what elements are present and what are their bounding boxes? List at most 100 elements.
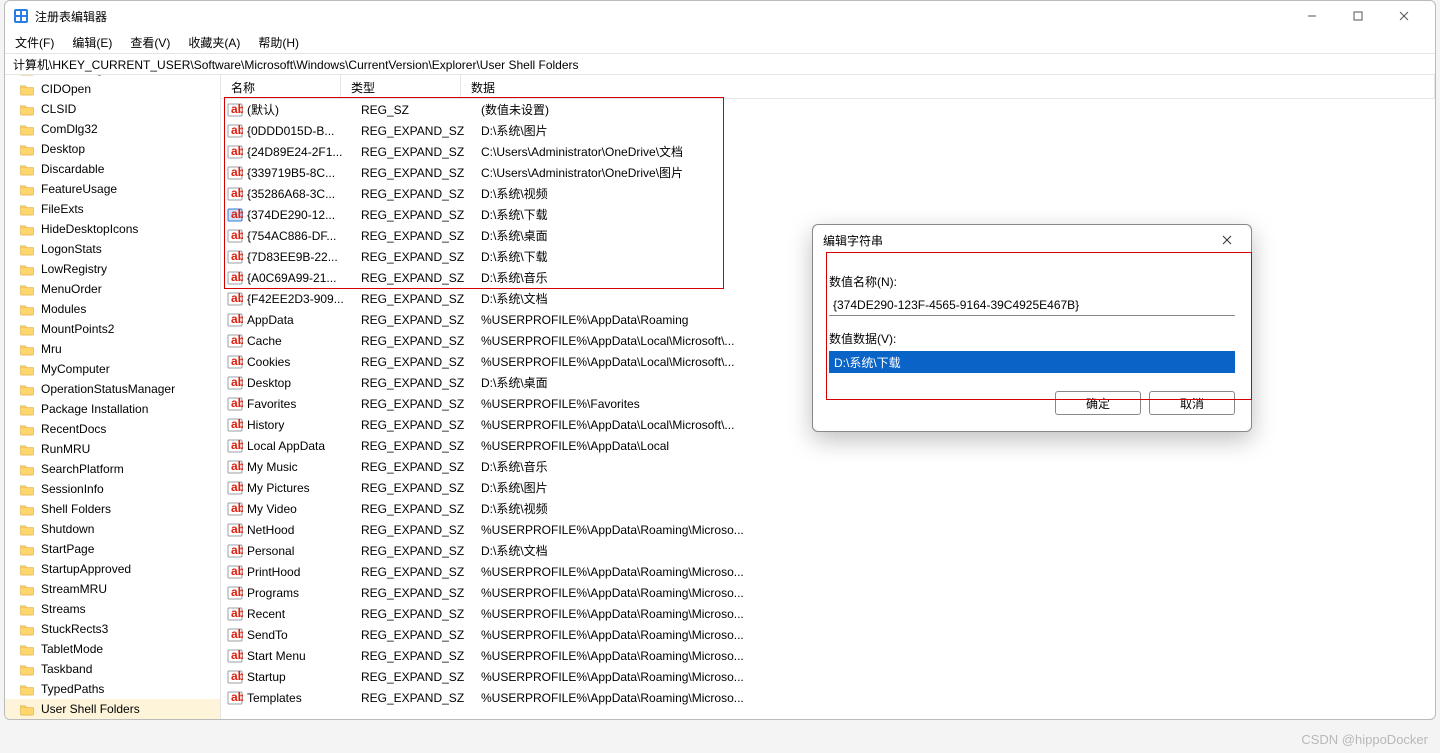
value-data: C:\Users\Administrator\OneDrive\图片 — [481, 164, 1435, 181]
dialog-close-button[interactable] — [1213, 226, 1241, 254]
tree-item-label: CIDOpen — [41, 82, 91, 96]
col-name[interactable]: 名称 — [221, 75, 341, 98]
tree-item[interactable]: Discardable — [5, 159, 220, 179]
tree-item[interactable]: ComDlg32 — [5, 119, 220, 139]
value-data: D:\系统\图片 — [481, 122, 1435, 139]
menu-help[interactable]: 帮助(H) — [258, 34, 299, 51]
value-data-input[interactable] — [829, 351, 1235, 373]
watermark: CSDN @hippoDocker — [1301, 732, 1428, 747]
value-row[interactable]: NetHoodREG_EXPAND_SZ%USERPROFILE%\AppDat… — [221, 519, 1435, 540]
menu-edit[interactable]: 编辑(E) — [72, 34, 112, 51]
value-type: REG_EXPAND_SZ — [361, 271, 481, 285]
value-type: REG_EXPAND_SZ — [361, 187, 481, 201]
folder-icon — [19, 75, 35, 76]
value-row[interactable]: {24D89E24-2F1...REG_EXPAND_SZC:\Users\Ad… — [221, 141, 1435, 162]
string-value-icon — [227, 186, 243, 202]
tree-item[interactable]: MountPoints2 — [5, 319, 220, 339]
value-row[interactable]: PersonalREG_EXPAND_SZD:\系统\文档 — [221, 540, 1435, 561]
tree-item[interactable]: User Shell Folders — [5, 699, 220, 719]
tree-item[interactable]: Streams — [5, 599, 220, 619]
value-row[interactable]: {374DE290-12...REG_EXPAND_SZD:\系统\下载 — [221, 204, 1435, 225]
tree-item[interactable]: TabletMode — [5, 639, 220, 659]
col-type[interactable]: 类型 — [341, 75, 461, 98]
value-row[interactable]: TemplatesREG_EXPAND_SZ%USERPROFILE%\AppD… — [221, 687, 1435, 708]
key-tree[interactable]: CD BurningCIDOpenCLSIDComDlg32DesktopDis… — [5, 75, 221, 719]
value-name: My Pictures — [247, 481, 361, 495]
tree-item[interactable]: SearchPlatform — [5, 459, 220, 479]
tree-item[interactable]: LogonStats — [5, 239, 220, 259]
tree-item[interactable]: MyComputer — [5, 359, 220, 379]
col-data[interactable]: 数据 — [461, 75, 1435, 98]
value-row[interactable]: ProgramsREG_EXPAND_SZ%USERPROFILE%\AppDa… — [221, 582, 1435, 603]
tree-item-label: Shell Folders — [41, 502, 111, 516]
value-row[interactable]: SendToREG_EXPAND_SZ%USERPROFILE%\AppData… — [221, 624, 1435, 645]
tree-item[interactable]: SessionInfo — [5, 479, 220, 499]
menu-view[interactable]: 查看(V) — [130, 34, 170, 51]
folder-icon — [19, 143, 35, 156]
value-row[interactable]: RecentREG_EXPAND_SZ%USERPROFILE%\AppData… — [221, 603, 1435, 624]
value-type: REG_EXPAND_SZ — [361, 229, 481, 243]
tree-item-label: LowRegistry — [41, 262, 107, 276]
value-name: AppData — [247, 313, 361, 327]
value-name: Personal — [247, 544, 361, 558]
dialog-titlebar[interactable]: 编辑字符串 — [813, 225, 1251, 255]
close-button[interactable] — [1381, 1, 1427, 31]
value-row[interactable]: {339719B5-8C...REG_EXPAND_SZC:\Users\Adm… — [221, 162, 1435, 183]
value-row[interactable]: {35286A68-3C...REG_EXPAND_SZD:\系统\视频 — [221, 183, 1435, 204]
tree-item[interactable]: LowRegistry — [5, 259, 220, 279]
tree-item[interactable]: Shutdown — [5, 519, 220, 539]
value-data: %USERPROFILE%\AppData\Roaming\Microso... — [481, 586, 1435, 600]
value-row[interactable]: Start MenuREG_EXPAND_SZ%USERPROFILE%\App… — [221, 645, 1435, 666]
value-data: D:\系统\音乐 — [481, 458, 1435, 475]
tree-item[interactable]: OperationStatusManager — [5, 379, 220, 399]
tree-item[interactable]: RunMRU — [5, 439, 220, 459]
tree-item[interactable]: Shell Folders — [5, 499, 220, 519]
value-row[interactable]: {0DDD015D-B...REG_EXPAND_SZD:\系统\图片 — [221, 120, 1435, 141]
value-name-input[interactable] — [829, 294, 1235, 316]
tree-item[interactable]: CIDOpen — [5, 79, 220, 99]
ok-button[interactable]: 确定 — [1055, 391, 1141, 415]
tree-item[interactable]: Modules — [5, 299, 220, 319]
value-type: REG_EXPAND_SZ — [361, 607, 481, 621]
tree-item-label: Modules — [41, 302, 86, 316]
tree-item[interactable]: FileExts — [5, 199, 220, 219]
titlebar[interactable]: 注册表编辑器 — [5, 1, 1435, 31]
value-row[interactable]: (默认)REG_SZ(数值未设置) — [221, 99, 1435, 120]
value-row[interactable]: My PicturesREG_EXPAND_SZD:\系统\图片 — [221, 477, 1435, 498]
tree-item-label: Discardable — [41, 162, 104, 176]
tree-item[interactable]: MenuOrder — [5, 279, 220, 299]
folder-icon — [19, 663, 35, 676]
tree-item[interactable]: Package Installation — [5, 399, 220, 419]
tree-item[interactable]: TypedPaths — [5, 679, 220, 699]
menu-file[interactable]: 文件(F) — [15, 34, 54, 51]
value-row[interactable]: My VideoREG_EXPAND_SZD:\系统\视频 — [221, 498, 1435, 519]
maximize-button[interactable] — [1335, 1, 1381, 31]
tree-item[interactable]: Taskband — [5, 659, 220, 679]
value-data: D:\系统\图片 — [481, 479, 1435, 496]
tree-item[interactable]: StuckRects3 — [5, 619, 220, 639]
tree-item[interactable]: FeatureUsage — [5, 179, 220, 199]
value-row[interactable]: My MusicREG_EXPAND_SZD:\系统\音乐 — [221, 456, 1435, 477]
value-row[interactable]: PrintHoodREG_EXPAND_SZ%USERPROFILE%\AppD… — [221, 561, 1435, 582]
address-bar[interactable]: 计算机\HKEY_CURRENT_USER\Software\Microsoft… — [5, 53, 1435, 75]
minimize-button[interactable] — [1289, 1, 1335, 31]
value-type: REG_EXPAND_SZ — [361, 439, 481, 453]
value-type: REG_EXPAND_SZ — [361, 313, 481, 327]
value-row[interactable]: StartupREG_EXPAND_SZ%USERPROFILE%\AppDat… — [221, 666, 1435, 687]
tree-item[interactable]: HideDesktopIcons — [5, 219, 220, 239]
value-name: {754AC886-DF... — [247, 229, 361, 243]
string-value-icon — [227, 312, 243, 328]
tree-item[interactable]: RecentDocs — [5, 419, 220, 439]
tree-item[interactable]: StartPage — [5, 539, 220, 559]
tree-item[interactable]: CLSID — [5, 99, 220, 119]
tree-item[interactable]: Desktop — [5, 139, 220, 159]
menu-fav[interactable]: 收藏夹(A) — [188, 34, 240, 51]
value-name: {F42EE2D3-909... — [247, 292, 361, 306]
tree-item[interactable]: StartupApproved — [5, 559, 220, 579]
cancel-button[interactable]: 取消 — [1149, 391, 1235, 415]
value-row[interactable]: Local AppDataREG_EXPAND_SZ%USERPROFILE%\… — [221, 435, 1435, 456]
value-name-label: 数值名称(N): — [829, 273, 1235, 290]
tree-item[interactable]: StreamMRU — [5, 579, 220, 599]
tree-item[interactable]: Mru — [5, 339, 220, 359]
list-header[interactable]: 名称 类型 数据 — [221, 75, 1435, 99]
